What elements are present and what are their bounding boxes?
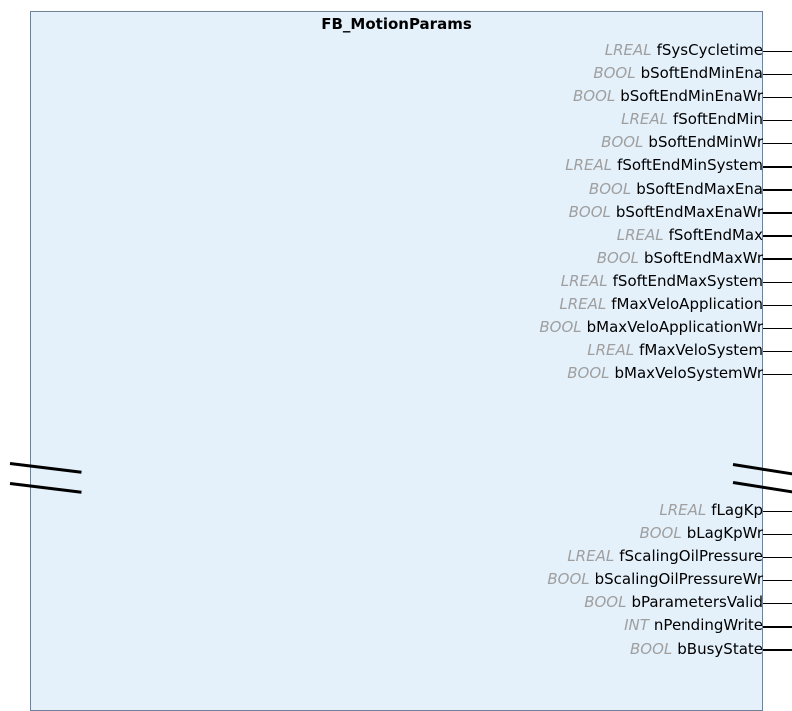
pin-connector-line[interactable] (763, 212, 792, 214)
pin-connector-line[interactable] (763, 304, 792, 307)
block-title: FB_MotionParams (321, 15, 472, 33)
pin-name: bSoftEndMaxEna (636, 179, 763, 198)
pin-connector-line[interactable] (763, 258, 792, 260)
output-pin-fSoftEndMinSystem[interactable]: LREAL fSoftEndMinSystem (343, 154, 763, 177)
pin-connector-line[interactable] (763, 602, 792, 605)
pin-type: BOOL (596, 248, 640, 267)
pin-connector-line[interactable] (763, 142, 792, 145)
pin-name: bMaxVeloSystemWr (614, 364, 763, 383)
pin-type: LREAL (659, 501, 707, 519)
pin-name: fSoftEndMinSystem (617, 156, 763, 175)
output-pin-bSoftEndMinEnaWr[interactable]: BOOL bSoftEndMinEnaWr (343, 85, 763, 108)
pin-type: BOOL (572, 87, 616, 106)
lower-output-pins: LREAL fLagKp BOOL bLagKpWr LREAL fScalingOilP… (343, 499, 763, 661)
pin-name: fMaxVeloSystem (639, 341, 763, 360)
output-pin-bSoftEndMinEna[interactable]: BOOL bSoftEndMinEna (343, 62, 763, 85)
pin-type: LREAL (567, 547, 615, 566)
output-pin-bMaxVeloSystemWr[interactable]: BOOL bMaxVeloSystemWr (343, 362, 763, 385)
pin-type: BOOL (567, 364, 610, 383)
pin-type: LREAL (565, 156, 613, 175)
pin-type: LREAL (616, 225, 664, 244)
pin-name: fScalingOilPressure (619, 547, 763, 566)
pin-name: bMaxVeloApplicationWr (586, 318, 763, 337)
output-pin-bSoftEndMaxEna[interactable]: BOOL bSoftEndMaxEna (343, 178, 763, 201)
pin-connector-line[interactable] (763, 235, 792, 237)
pin-name: fLagKp (711, 501, 763, 519)
output-pin-bSoftEndMaxWr[interactable]: BOOL bSoftEndMaxWr (343, 247, 763, 270)
upper-output-pins: LREAL fSysCycletime BOOL bSoftEndMinEna BOOL… (343, 39, 763, 385)
pin-connector-line[interactable] (763, 119, 792, 122)
pin-type: INT (624, 616, 649, 635)
output-pin-fMaxVeloApplication[interactable]: LREAL fMaxVeloApplication (343, 293, 763, 316)
pin-connector-line[interactable] (763, 166, 792, 168)
pin-type: BOOL (539, 318, 582, 337)
pin-name: bSoftEndMaxEnaWr (615, 202, 763, 221)
pin-name: fSoftEndMax (668, 225, 763, 244)
output-pin-bSoftEndMinWr[interactable]: BOOL bSoftEndMinWr (343, 131, 763, 154)
output-pin-bSoftEndMaxEnaWr[interactable]: BOOL bSoftEndMaxEnaWr (343, 201, 763, 224)
pin-name: fMaxVeloApplication (611, 295, 763, 314)
pin-name: fSoftEndMaxSystem (612, 271, 763, 290)
pin-connector-line[interactable] (763, 373, 792, 376)
pin-type: LREAL (604, 41, 652, 59)
pin-type: LREAL (560, 271, 608, 290)
pin-connector-line[interactable] (763, 533, 792, 536)
output-pin-fMaxVeloSystem[interactable]: LREAL fMaxVeloSystem (343, 339, 763, 362)
output-pin-fScalingOilPressure[interactable]: LREAL fScalingOilPressure (343, 545, 763, 568)
output-pin-bParametersValid[interactable]: BOOL bParametersValid (343, 591, 763, 614)
pin-connector-line[interactable] (763, 649, 792, 651)
output-pin-bLagKpWr[interactable]: BOOL bLagKpWr (343, 522, 763, 545)
pin-connector-line[interactable] (763, 327, 792, 330)
pin-type: BOOL (630, 639, 673, 658)
pin-connector-line[interactable] (763, 281, 792, 283)
pin-connector-line[interactable] (763, 556, 792, 559)
pin-type: BOOL (588, 179, 632, 198)
pin-name: bLagKpWr (686, 524, 763, 543)
pin-name: fSysCycletime (656, 41, 763, 59)
pin-type: BOOL (584, 593, 627, 612)
pin-name: bSoftEndMinWr (648, 133, 763, 152)
output-pin-fSysCycletime[interactable]: LREAL fSysCycletime (343, 39, 763, 62)
output-pin-fSoftEndMax[interactable]: LREAL fSoftEndMax (343, 224, 763, 247)
pin-name: bSoftEndMinEnaWr (620, 87, 763, 106)
pin-connector-line[interactable] (763, 73, 792, 76)
pin-connector-line[interactable] (763, 579, 792, 582)
pin-name: bSoftEndMinEna (640, 64, 763, 83)
output-pin-fLagKp[interactable]: LREAL fLagKp (343, 499, 763, 522)
pin-connector-line[interactable] (763, 350, 792, 353)
output-pin-nPendingWrite[interactable]: INT nPendingWrite (343, 614, 763, 637)
pin-type: BOOL (601, 133, 644, 152)
pin-type: LREAL (559, 295, 607, 314)
pin-name: fSoftEndMin (673, 110, 763, 129)
pin-connector-line[interactable] (763, 510, 792, 512)
pin-connector-line[interactable] (763, 189, 792, 191)
pin-name: bScalingOilPressureWr (594, 570, 763, 589)
output-pin-bBusyState[interactable]: BOOL bBusyState (343, 638, 763, 661)
pin-connector-line[interactable] (763, 626, 792, 628)
pin-type: BOOL (547, 570, 590, 589)
output-pin-bScalingOilPressureWr[interactable]: BOOL bScalingOilPressureWr (343, 568, 763, 591)
pin-name: bBusyState (677, 639, 763, 658)
pin-type: BOOL (568, 202, 611, 221)
pin-name: nPendingWrite (653, 616, 763, 635)
pin-connector-line[interactable] (763, 96, 792, 99)
pin-name: bParametersValid (631, 593, 763, 612)
output-pin-fSoftEndMin[interactable]: LREAL fSoftEndMin (343, 108, 763, 131)
pin-type: LREAL (621, 110, 668, 129)
output-pin-bMaxVeloApplicationWr[interactable]: BOOL bMaxVeloApplicationWr (343, 316, 763, 339)
pin-type: BOOL (639, 524, 682, 543)
output-pin-fSoftEndMaxSystem[interactable]: LREAL fSoftEndMaxSystem (343, 270, 763, 293)
pin-name: bSoftEndMaxWr (644, 248, 763, 267)
pin-connector-line[interactable] (763, 50, 792, 52)
pin-type: BOOL (593, 64, 636, 83)
pin-type: LREAL (587, 341, 635, 360)
